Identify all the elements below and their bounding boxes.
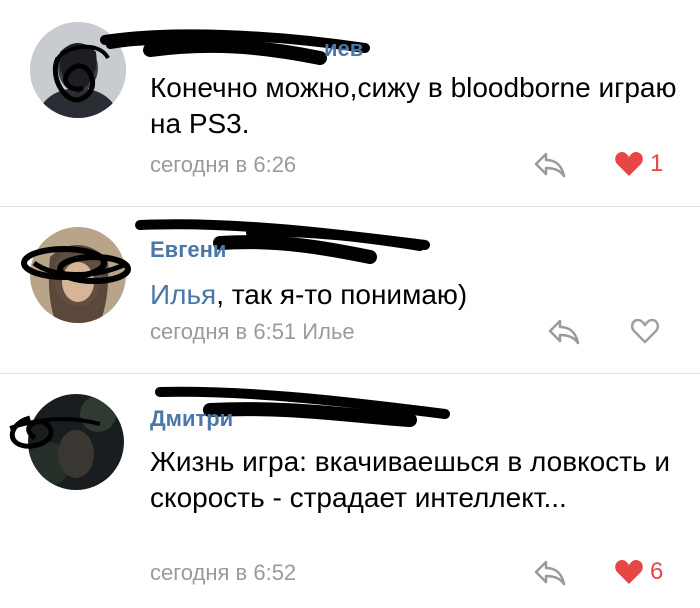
comment-text: Жизнь игра: вкачиваешься в ловкость и ск… — [150, 446, 671, 513]
like-count: 1 — [650, 150, 664, 177]
avatar[interactable] — [30, 227, 126, 323]
reply-to-link[interactable]: Илье — [302, 319, 354, 344]
reply-arrow-icon[interactable] — [532, 558, 568, 586]
author-name[interactable]: иев — [324, 36, 363, 62]
comment-meta: сегодня в 6:51 Илье — [150, 319, 355, 345]
comment-time[interactable]: сегодня в 6:52 — [150, 560, 296, 586]
like-button[interactable]: 6 — [614, 556, 663, 588]
author-name[interactable]: Дмитри — [150, 406, 233, 432]
comment-2: Евгени Илья, так я-то понимаю) сегодня в… — [0, 207, 700, 373]
reply-arrow-icon[interactable] — [532, 150, 568, 178]
avatar-photo — [28, 394, 124, 490]
heart-filled-icon — [615, 152, 643, 176]
comment-time[interactable]: сегодня в 6:51 — [150, 319, 296, 344]
avatar-photo — [30, 22, 126, 118]
comment-text: Конечно можно,сижу в bloodborne играю на… — [150, 72, 677, 139]
comment-1: иев Конечно можно,сижу в bloodborne игра… — [0, 0, 700, 206]
avatar[interactable] — [28, 394, 124, 490]
mention-link[interactable]: Илья — [150, 279, 216, 310]
like-button[interactable] — [630, 315, 666, 347]
like-count: 6 — [650, 558, 664, 585]
heart-outline-icon — [630, 318, 660, 344]
comment-text-body: , так я-то понимаю) — [216, 279, 468, 310]
heart-filled-icon — [615, 560, 643, 584]
avatar-photo — [30, 227, 126, 323]
comment-time[interactable]: сегодня в 6:26 — [150, 152, 296, 178]
reply-arrow-icon[interactable] — [546, 317, 582, 345]
author-name[interactable]: Евгени — [150, 237, 226, 263]
like-button[interactable]: 1 — [614, 148, 663, 180]
comment-text: Илья, так я-то понимаю) — [150, 277, 680, 313]
avatar[interactable] — [30, 22, 126, 118]
comment-3: Дмитри Жизнь игра: вкачиваешься в ловкос… — [0, 374, 700, 608]
